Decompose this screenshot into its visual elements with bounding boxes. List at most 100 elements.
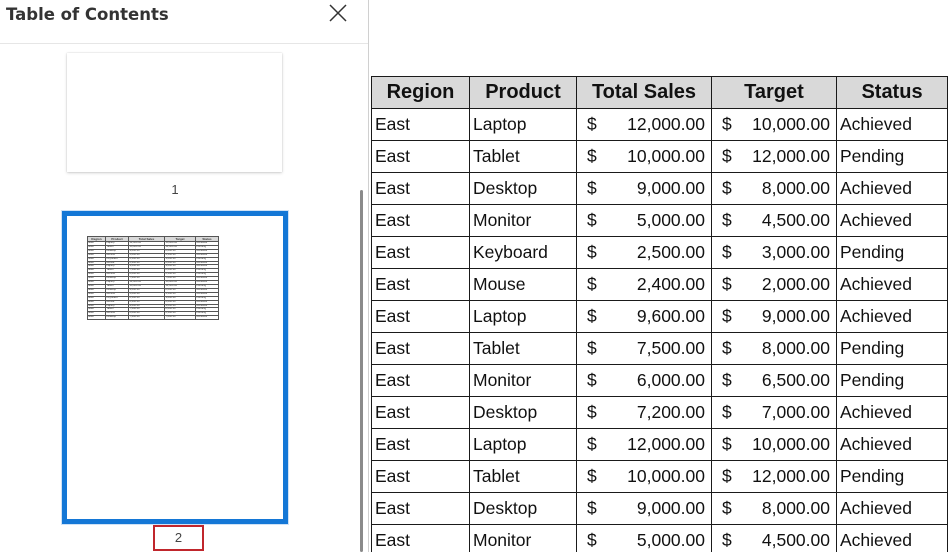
total-sales-cell: $10,000.00 bbox=[576, 140, 712, 173]
status-cell: Achieved bbox=[836, 524, 948, 552]
amount: 3,000.00 bbox=[761, 242, 830, 262]
status-cell: Achieved bbox=[836, 492, 948, 525]
amount: 12,000.00 bbox=[627, 434, 705, 454]
status-cell: Achieved bbox=[836, 428, 948, 461]
amount: 7,200.00 bbox=[636, 402, 705, 422]
amount: 5,000.00 bbox=[636, 210, 705, 230]
status-cell: Pending bbox=[836, 364, 948, 397]
close-button[interactable] bbox=[326, 1, 350, 25]
region-cell: East bbox=[371, 364, 470, 397]
target-cell: $6,500.00 bbox=[711, 364, 837, 397]
target-cell: $12,000.00 bbox=[711, 140, 837, 173]
total-sales-cell: $10,000.00 bbox=[576, 460, 712, 493]
table-row: East Monitor $5,000.00 $4,500.00 Achieved bbox=[371, 204, 948, 237]
total-sales-cell: $5,000.00 bbox=[576, 204, 712, 237]
close-icon bbox=[329, 4, 347, 22]
currency-symbol: $ bbox=[722, 306, 732, 326]
thumbnail-cell: Achieved bbox=[195, 315, 219, 321]
amount: 10,000.00 bbox=[627, 466, 705, 486]
currency-symbol: $ bbox=[722, 210, 732, 230]
currency-symbol: $ bbox=[587, 466, 597, 486]
product-cell: Laptop bbox=[469, 108, 577, 141]
sales-table-body: East Laptop $12,000.00 $10,000.00 Achieved Ea… bbox=[371, 108, 948, 552]
table-row: East Laptop $12,000.00 $10,000.00 Achieved bbox=[371, 108, 948, 141]
amount: 12,000.00 bbox=[752, 146, 830, 166]
total-sales-cell: $6,000.00 bbox=[576, 364, 712, 397]
region-cell: East bbox=[371, 268, 470, 301]
table-row: East Desktop $7,200.00 $7,000.00 Achieved bbox=[371, 396, 948, 429]
column-header: Product bbox=[469, 76, 577, 109]
table-row: East Tablet $10,000.00 $12,000.00 Pending bbox=[371, 460, 948, 493]
total-sales-cell: $2,500.00 bbox=[576, 236, 712, 269]
table-row: East Laptop $12,000.00 $10,000.00 Achieved bbox=[371, 428, 948, 461]
page-thumbnail-1[interactable] bbox=[67, 53, 282, 172]
status-cell: Pending bbox=[836, 332, 948, 365]
amount: 9,000.00 bbox=[636, 498, 705, 518]
currency-symbol: $ bbox=[722, 146, 732, 166]
region-cell: East bbox=[371, 236, 470, 269]
product-cell: Tablet bbox=[469, 460, 577, 493]
target-cell: $4,500.00 bbox=[711, 524, 837, 552]
table-row: East Desktop $9,000.00 $8,000.00 Achieved bbox=[371, 172, 948, 205]
thumbnail-table-body: East Laptop 12,000.00 10,000.00 Achieved East… bbox=[87, 241, 219, 321]
currency-symbol: $ bbox=[722, 274, 732, 294]
thumbnail-table: Region Product Total Sales Target Status Eas… bbox=[87, 236, 219, 321]
total-sales-cell: $9,000.00 bbox=[576, 492, 712, 525]
currency-symbol: $ bbox=[722, 178, 732, 198]
table-row: East Keyboard $2,500.00 $3,000.00 Pending bbox=[371, 236, 948, 269]
currency-symbol: $ bbox=[722, 402, 732, 422]
total-sales-cell: $12,000.00 bbox=[576, 428, 712, 461]
target-cell: $4,500.00 bbox=[711, 204, 837, 237]
page-number-2: 2 bbox=[174, 530, 183, 545]
region-cell: East bbox=[371, 108, 470, 141]
amount: 10,000.00 bbox=[752, 114, 830, 134]
amount: 2,400.00 bbox=[636, 274, 705, 294]
column-header: Target bbox=[711, 76, 837, 109]
status-cell: Pending bbox=[836, 140, 948, 173]
currency-symbol: $ bbox=[722, 114, 732, 134]
page-thumbnail-2[interactable]: Region Product Total Sales Target Status Eas… bbox=[62, 211, 288, 524]
table-row: East Monitor $6,000.00 $6,500.00 Pending bbox=[371, 364, 948, 397]
page-number-1: 1 bbox=[171, 182, 179, 197]
page-number-2-highlight: 2 bbox=[153, 525, 204, 551]
table-row: East Mouse $2,400.00 $2,000.00 Achieved bbox=[371, 268, 948, 301]
amount: 5,000.00 bbox=[636, 530, 705, 550]
amount: 7,000.00 bbox=[761, 402, 830, 422]
currency-symbol: $ bbox=[587, 370, 597, 390]
table-row: East Laptop $9,600.00 $9,000.00 Achieved bbox=[371, 300, 948, 333]
total-sales-cell: $2,400.00 bbox=[576, 268, 712, 301]
currency-symbol: $ bbox=[722, 242, 732, 262]
amount: 10,000.00 bbox=[752, 434, 830, 454]
status-cell: Achieved bbox=[836, 300, 948, 333]
product-cell: Laptop bbox=[469, 300, 577, 333]
total-sales-cell: $7,500.00 bbox=[576, 332, 712, 365]
product-cell: Monitor bbox=[469, 204, 577, 237]
toc-title: Table of Contents bbox=[6, 5, 169, 24]
total-sales-cell: $5,000.00 bbox=[576, 524, 712, 552]
table-row: East Monitor $5,000.00 $4,500.00 Achieved bbox=[371, 524, 948, 552]
product-cell: Desktop bbox=[469, 172, 577, 205]
sales-table-header: Region Product Total Sales Target Status bbox=[371, 76, 948, 109]
status-cell: Pending bbox=[836, 460, 948, 493]
amount: 8,000.00 bbox=[761, 498, 830, 518]
status-cell: Achieved bbox=[836, 172, 948, 205]
amount: 8,000.00 bbox=[761, 338, 830, 358]
status-cell: Achieved bbox=[836, 108, 948, 141]
table-row: East Tablet $10,000.00 $12,000.00 Pending bbox=[371, 140, 948, 173]
total-sales-cell: $12,000.00 bbox=[576, 108, 712, 141]
currency-symbol: $ bbox=[722, 466, 732, 486]
currency-symbol: $ bbox=[722, 498, 732, 518]
table-row: East Desktop $9,000.00 $8,000.00 Achieved bbox=[371, 492, 948, 525]
region-cell: East bbox=[371, 204, 470, 237]
target-cell: $8,000.00 bbox=[711, 172, 837, 205]
target-cell: $7,000.00 bbox=[711, 396, 837, 429]
scrollbar[interactable] bbox=[360, 190, 363, 552]
status-cell: Achieved bbox=[836, 268, 948, 301]
amount: 9,000.00 bbox=[761, 306, 830, 326]
column-header: Region bbox=[371, 76, 470, 109]
currency-symbol: $ bbox=[722, 338, 732, 358]
product-cell: Tablet bbox=[469, 140, 577, 173]
product-cell: Laptop bbox=[469, 428, 577, 461]
amount: 2,500.00 bbox=[636, 242, 705, 262]
region-cell: East bbox=[371, 172, 470, 205]
